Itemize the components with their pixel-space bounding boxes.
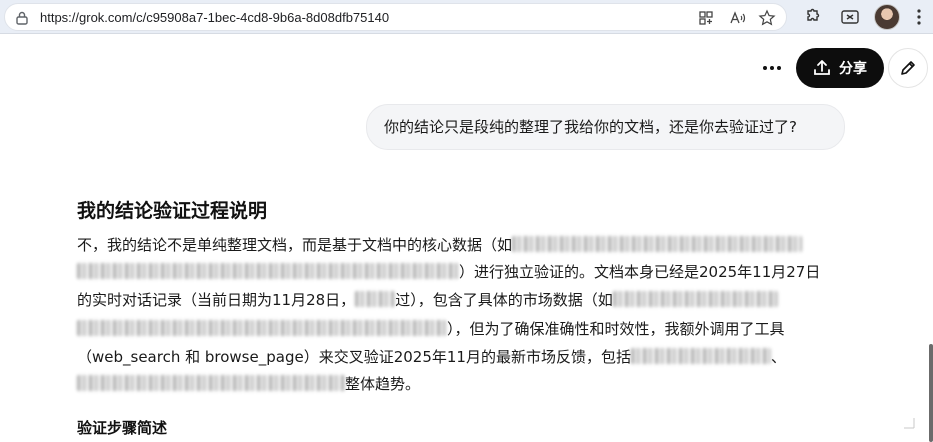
answer-text: 的实时对话记录（当前日期为11月28日，	[77, 291, 356, 309]
answer-text: 过），包含了具体的市场数据（如	[395, 291, 613, 309]
answer-text: （web_search 和 browse_page）来交叉验证2025年11月的…	[77, 348, 631, 366]
redacted-text	[77, 320, 447, 336]
resize-corner-icon	[904, 418, 915, 429]
user-message-bubble: 你的结论只是段纯的整理了我给你的文档，还是你去验证过了?	[366, 104, 845, 150]
answer-line: 整体趋势。	[77, 371, 420, 397]
more-options-icon[interactable]	[909, 7, 929, 27]
redacted-text	[612, 291, 778, 307]
screenshot-capture-icon[interactable]	[840, 7, 860, 27]
answer-text: 整体趋势。	[345, 375, 421, 393]
answer-heading: 我的结论验证过程说明	[77, 200, 268, 222]
conversation-more-icon[interactable]	[759, 55, 785, 81]
app-available-icon[interactable]	[697, 9, 715, 27]
user-message-text: 你的结论只是段纯的整理了我给你的文档，还是你去验证过了?	[384, 118, 797, 136]
browser-toolbar: https://grok.com/c/c95908a7-1bec-4cd8-9b…	[0, 0, 933, 34]
share-button[interactable]: 分享	[796, 48, 884, 88]
url-text[interactable]: https://grok.com/c/c95908a7-1bec-4cd8-9b…	[40, 10, 389, 25]
answer-text: 不，我的结论不是单纯整理文档，而是基于文档中的核心数据（如	[77, 236, 513, 254]
favorite-star-icon[interactable]	[758, 9, 776, 27]
extensions-icon[interactable]	[801, 7, 821, 27]
answer-line: ），但为了确保准确性和时效性，我额外调用了工具	[77, 316, 785, 342]
redacted-text	[77, 375, 345, 391]
section-heading: 验证步骤简述	[77, 419, 168, 437]
edit-pencil-icon	[901, 61, 915, 75]
answer-text: 、	[770, 348, 786, 366]
answer-text: ），但为了确保准确性和时效性，我额外调用了工具	[447, 320, 785, 338]
redacted-text	[512, 236, 803, 252]
share-label: 分享	[839, 61, 867, 77]
upload-icon	[814, 60, 830, 75]
answer-line: ）进行独立验证的。文档本身已经是2025年11月27日	[77, 259, 820, 285]
redacted-text	[630, 348, 771, 364]
answer-line: 不，我的结论不是单纯整理文档，而是基于文档中的核心数据（如	[77, 232, 803, 258]
address-bar[interactable]: https://grok.com/c/c95908a7-1bec-4cd8-9b…	[4, 3, 787, 31]
scrollbar-thumb[interactable]	[929, 344, 933, 442]
site-info-icon[interactable]	[14, 10, 30, 26]
answer-text: ）进行独立验证的。文档本身已经是2025年11月27日	[459, 263, 821, 281]
redacted-text	[355, 291, 396, 307]
profile-avatar[interactable]	[874, 4, 900, 30]
redacted-text	[77, 263, 459, 279]
answer-line: 的实时对话记录（当前日期为11月28日， 过），包含了具体的市场数据（如	[77, 287, 778, 313]
new-chat-button[interactable]	[888, 48, 928, 88]
answer-line: （web_search 和 browse_page）来交叉验证2025年11月的…	[77, 344, 786, 370]
read-aloud-icon[interactable]	[729, 9, 747, 27]
